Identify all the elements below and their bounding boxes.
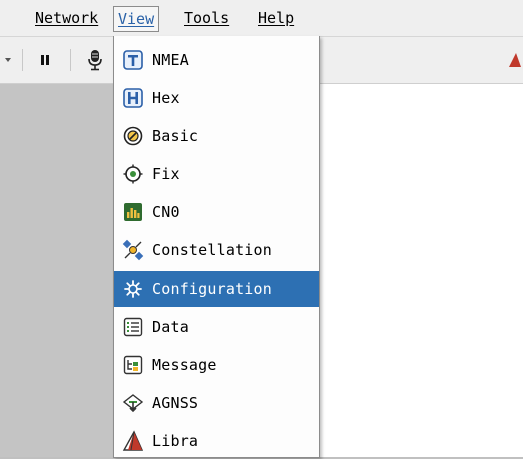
menu-item-label: Configuration xyxy=(152,280,272,298)
menu-item-message[interactable]: Message xyxy=(114,347,319,383)
menu-item-label: NMEA xyxy=(152,51,189,69)
libra-icon xyxy=(122,430,144,452)
menu-item-cn0[interactable]: CN0 xyxy=(114,194,319,230)
menu-item-constellation[interactable]: Constellation xyxy=(114,232,319,268)
hex-h-icon xyxy=(122,87,144,109)
menu-item-configuration[interactable]: Configuration xyxy=(114,271,319,307)
menu-item-label: AGNSS xyxy=(152,394,199,412)
satellite-icon xyxy=(122,239,144,261)
dropdown-arrow-icon[interactable] xyxy=(2,47,14,73)
menu-item-basic[interactable]: Basic xyxy=(114,118,319,154)
toolbar-separator xyxy=(70,49,71,71)
menu-tools[interactable]: Tools xyxy=(180,6,233,30)
menu-item-data[interactable]: Data xyxy=(114,309,319,345)
libra-toolbar-icon[interactable] xyxy=(508,47,522,73)
view-menu-dropdown: NMEA Hex Basic Fix CN0 Constellation Con… xyxy=(113,36,320,458)
right-panel xyxy=(320,84,523,457)
menu-item-label: Hex xyxy=(152,89,180,107)
fix-target-icon xyxy=(122,163,144,185)
menu-bar: Network View Tools Help xyxy=(0,0,523,37)
menu-item-label: Libra xyxy=(152,432,199,450)
menu-item-nmea[interactable]: NMEA xyxy=(114,42,319,78)
menu-item-label: Constellation xyxy=(152,241,272,259)
data-list-icon xyxy=(122,316,144,338)
gear-icon xyxy=(122,278,144,300)
menu-view[interactable]: View xyxy=(113,6,160,32)
menu-item-label: Basic xyxy=(152,127,199,145)
message-tree-icon xyxy=(122,354,144,376)
menu-item-label: Data xyxy=(152,318,189,336)
menu-item-libra[interactable]: Libra xyxy=(114,423,319,459)
menu-item-hex[interactable]: Hex xyxy=(114,80,319,116)
menu-network[interactable]: Network xyxy=(31,6,102,30)
basic-compass-icon xyxy=(122,125,144,147)
cn0-bar-chart-icon xyxy=(122,201,144,223)
menu-item-label: Fix xyxy=(152,165,180,183)
agnss-icon xyxy=(122,392,144,414)
toolbar-separator xyxy=(22,49,23,71)
menu-item-agnss[interactable]: AGNSS xyxy=(114,385,319,421)
text-t-icon xyxy=(122,49,144,71)
menu-item-fix[interactable]: Fix xyxy=(114,156,319,192)
pause-icon[interactable] xyxy=(34,47,56,73)
microphone-icon[interactable] xyxy=(84,47,106,73)
menu-item-label: Message xyxy=(152,356,217,374)
menu-help[interactable]: Help xyxy=(254,6,298,30)
menu-item-label: CN0 xyxy=(152,203,180,221)
